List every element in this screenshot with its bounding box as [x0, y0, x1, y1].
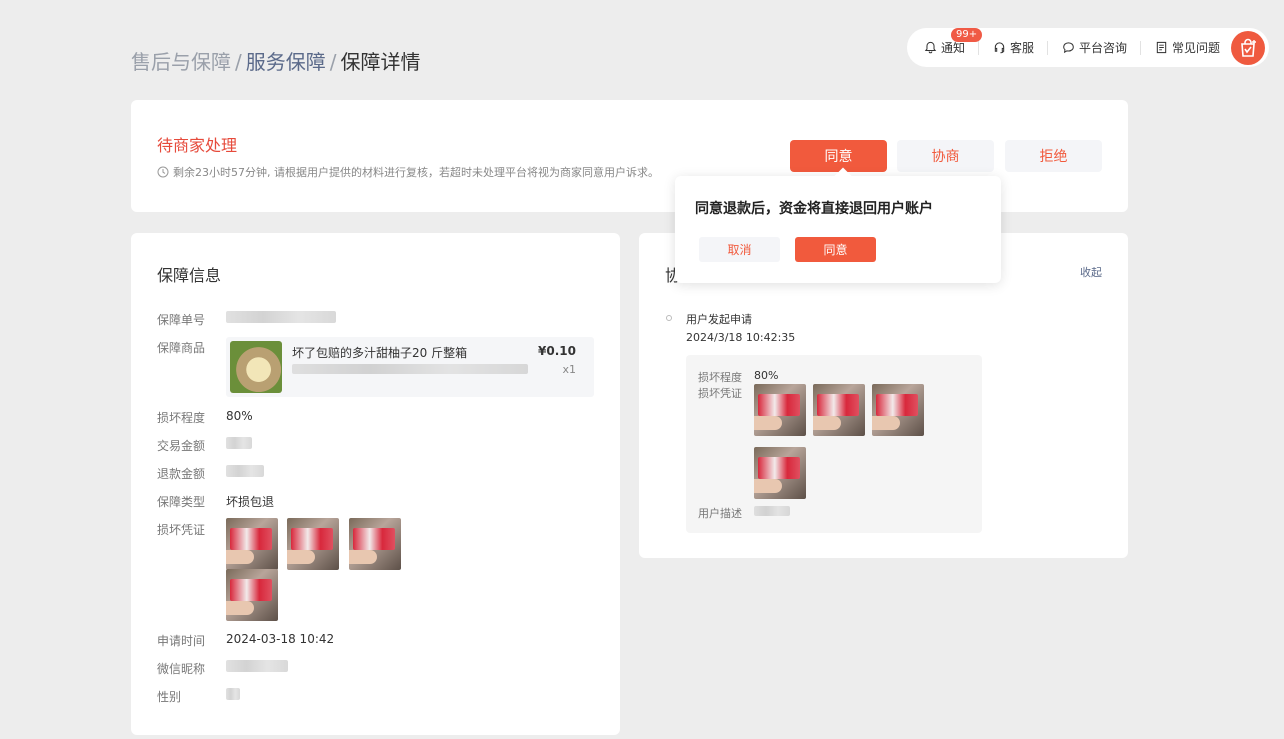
timeline-evidence-image[interactable]	[754, 384, 806, 436]
timeline-desc-redacted	[754, 506, 790, 516]
wechat-redacted	[226, 660, 288, 672]
breadcrumb-separator: /	[329, 50, 337, 74]
order-no-redacted	[226, 311, 336, 323]
timeline-event-title: 用户发起申请	[686, 313, 752, 326]
product-quantity: x1	[562, 363, 576, 376]
top-toolbar: 通知 99+ 客服 平台咨询 常见问题	[907, 28, 1269, 67]
customer-service-button[interactable]: 客服	[992, 39, 1034, 56]
gender-row: 性别	[157, 688, 240, 705]
refund-amount-label: 退款金额	[157, 467, 206, 481]
breadcrumb-service[interactable]: 服务保障	[246, 50, 326, 74]
breadcrumb-separator: /	[235, 50, 242, 74]
timeline-evidence-label: 损坏凭证	[698, 387, 742, 400]
product-row: 保障商品	[157, 339, 226, 356]
agree-confirm-popover: 同意退款后，资金将直接退回用户账户 取消 同意	[675, 176, 1001, 283]
shop-avatar[interactable]	[1231, 31, 1265, 65]
refund-amount-redacted	[226, 465, 264, 477]
status-title: 待商家处理	[157, 136, 238, 155]
type-label: 保障类型	[157, 495, 206, 509]
evidence-image[interactable]	[226, 518, 278, 570]
evidence-label: 损坏凭证	[157, 523, 206, 537]
timeline-detail-box: 损坏程度 80% 损坏凭证 用户描述	[686, 355, 982, 533]
type-row: 保障类型 坏损包退	[157, 493, 274, 510]
damage-value: 80%	[226, 409, 253, 423]
timeline-evidence-image[interactable]	[872, 384, 924, 436]
platform-consult-label: 平台咨询	[1079, 41, 1128, 55]
divider	[1140, 40, 1142, 55]
timeline-damage-label: 损坏程度	[698, 371, 742, 384]
apply-time-row: 申请时间 2024-03-18 10:42	[157, 632, 334, 649]
evidence-image[interactable]	[287, 518, 339, 570]
wechat-label: 微信昵称	[157, 662, 206, 676]
customer-service-label: 客服	[1010, 41, 1035, 55]
status-description: 剩余23小时57分钟, 请根据用户提供的材料进行复核，若超时未处理平台将视为商家…	[157, 164, 659, 180]
breadcrumb-aftersales[interactable]: 售后与保障	[131, 50, 231, 74]
gender-redacted	[226, 688, 240, 700]
evidence-image[interactable]	[349, 518, 401, 570]
status-description-text: 剩余23小时57分钟, 请根据用户提供的材料进行复核，若超时未处理平台将视为商家…	[173, 166, 659, 179]
timeline-damage-row: 损坏程度 80%	[698, 369, 778, 385]
timeline-desc-row: 用户描述	[698, 505, 790, 521]
order-no-label: 保障单号	[157, 313, 206, 327]
timeline-damage-value: 80%	[754, 369, 779, 382]
reject-button[interactable]: 拒绝	[1005, 140, 1102, 172]
notice-button[interactable]: 通知 99+	[923, 28, 983, 56]
notice-badge: 99+	[951, 28, 983, 42]
damage-label: 损坏程度	[157, 411, 206, 425]
bell-icon	[923, 41, 937, 55]
trade-amount-redacted	[226, 437, 252, 449]
type-value: 坏损包退	[226, 495, 275, 509]
collapse-link[interactable]: 收起	[1080, 264, 1102, 280]
divider	[978, 40, 980, 55]
clock-icon	[157, 166, 169, 178]
timeline-evidence-image[interactable]	[813, 384, 865, 436]
evidence-image[interactable]	[226, 569, 278, 621]
product-label: 保障商品	[157, 341, 206, 355]
apply-time-label: 申请时间	[157, 634, 206, 648]
headset-icon	[992, 41, 1006, 55]
timeline-dot	[666, 315, 672, 321]
platform-consult-button[interactable]: 平台咨询	[1061, 39, 1127, 56]
document-icon	[1154, 41, 1168, 55]
order-no-row: 保障单号	[157, 311, 336, 328]
faq-button[interactable]: 常见问题	[1154, 39, 1220, 56]
apply-time-value: 2024-03-18 10:42	[226, 632, 335, 646]
breadcrumb-current: 保障详情	[340, 50, 421, 74]
product-spec-redacted	[292, 364, 528, 374]
damage-row: 损坏程度 80%	[157, 409, 253, 426]
timeline-desc-label: 用户描述	[698, 507, 742, 520]
divider	[1047, 40, 1049, 55]
trade-amount-row: 交易金额	[157, 437, 252, 454]
gender-label: 性别	[157, 690, 182, 704]
popover-cancel-button[interactable]: 取消	[699, 237, 780, 262]
wechat-row: 微信昵称	[157, 660, 288, 677]
negotiate-button[interactable]: 协商	[897, 140, 994, 172]
refund-amount-row: 退款金额	[157, 465, 264, 482]
evidence-row: 损坏凭证	[157, 521, 226, 538]
protection-info-title: 保障信息	[157, 266, 222, 285]
timeline-evidence-row: 损坏凭证	[698, 385, 754, 401]
timeline-evidence-image[interactable]	[754, 447, 806, 499]
faq-label: 常见问题	[1172, 41, 1221, 55]
agree-button[interactable]: 同意	[790, 140, 887, 172]
breadcrumb: 售后与保障 / 服务保障 / 保障详情	[131, 46, 421, 75]
product-price: ¥0.10	[538, 344, 576, 358]
popover-message: 同意退款后，资金将直接退回用户账户	[695, 201, 933, 217]
popover-confirm-button[interactable]: 同意	[795, 237, 876, 262]
trade-amount-label: 交易金额	[157, 439, 206, 453]
product-image	[230, 341, 282, 393]
protection-info-card: 保障信息 保障单号 保障商品 坏了包赔的多汁甜柚子20 斤整箱 ¥0.10 x1…	[131, 233, 620, 735]
shopping-bag-icon	[1241, 38, 1256, 57]
timeline-event-time: 2024/3/18 10:42:35	[686, 331, 796, 344]
product-name: 坏了包赔的多汁甜柚子20 斤整箱	[292, 346, 468, 360]
product-card[interactable]: 坏了包赔的多汁甜柚子20 斤整箱 ¥0.10 x1	[226, 337, 594, 397]
chat-bubble-icon	[1061, 41, 1075, 55]
